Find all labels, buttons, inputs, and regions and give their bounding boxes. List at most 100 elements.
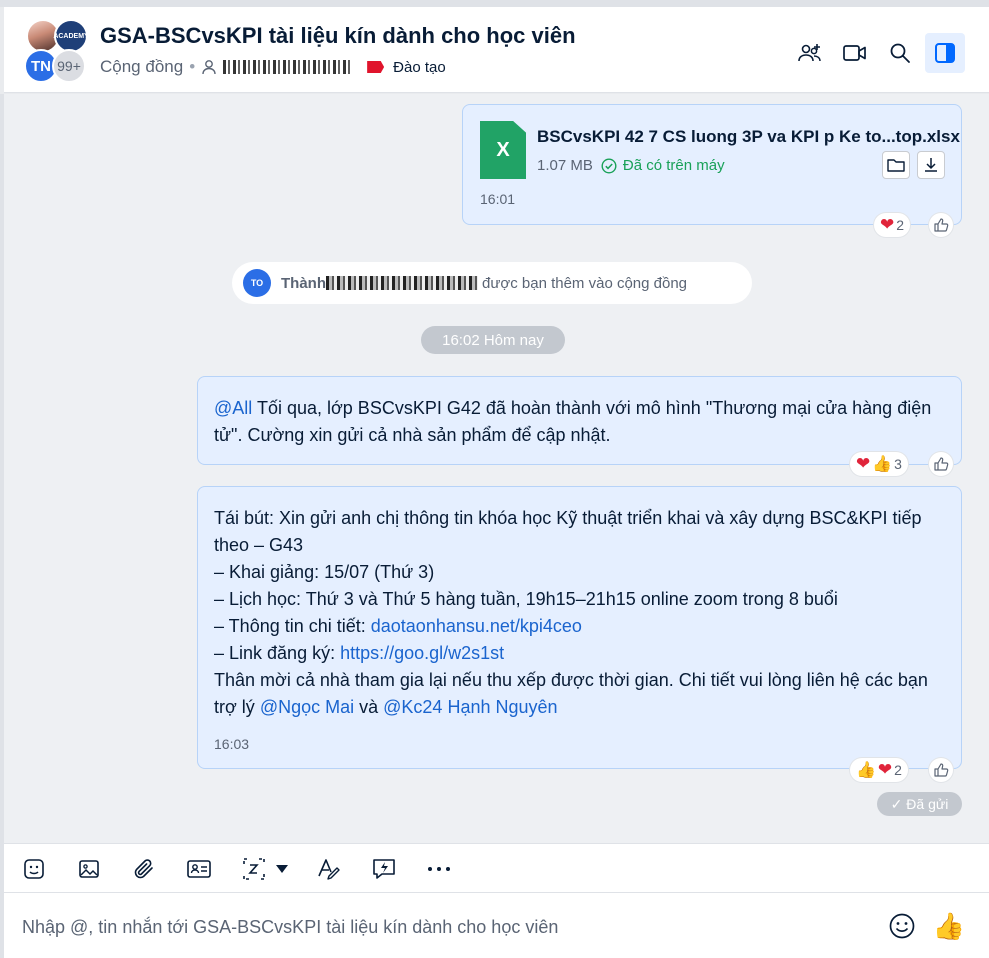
message-input[interactable]: Nhập @, tin nhắn tới GSA-BSCvsKPI tài li…	[22, 917, 558, 938]
course-info-link[interactable]: daotaonhansu.net/kpi4ceo	[371, 616, 582, 636]
emoji-button[interactable]	[888, 912, 918, 942]
separator-dot: •	[189, 57, 196, 76]
message-body: @All Tối qua, lớp BSCvsKPI G42 đã hoàn t…	[214, 395, 947, 449]
search-button[interactable]	[880, 33, 920, 73]
add-member-button[interactable]	[790, 33, 830, 73]
label-tag[interactable]: Đào tạo	[367, 59, 446, 76]
check-circle-icon	[601, 157, 617, 174]
toggle-info-panel-button[interactable]	[925, 33, 965, 73]
thumbs-up-icon: 👍	[932, 910, 966, 941]
reaction-summary[interactable]: ❤ 2	[874, 213, 911, 237]
quick-message-button[interactable]	[370, 855, 398, 883]
system-text: được bạn thêm vào cộng đồng	[482, 274, 688, 292]
sticker-button[interactable]	[20, 855, 48, 883]
thumbs-up-outline-icon	[934, 218, 949, 232]
tag-icon	[367, 61, 385, 73]
caret-down-icon	[276, 865, 288, 873]
member-name-redacted	[326, 276, 478, 290]
download-button[interactable]	[917, 151, 945, 179]
emoji-icon	[889, 913, 915, 939]
conversation-subtitle: Cộng đồng • Đào tạo	[100, 57, 446, 77]
reaction-count: 3	[894, 456, 902, 472]
thumbs-up-outline-icon	[934, 457, 949, 471]
header-actions	[785, 33, 965, 73]
message-time: 16:03	[214, 736, 250, 752]
mention-hanh-nguyen[interactable]: @Kc24 Hạnh Nguyên	[383, 697, 557, 717]
message-line: – Link đăng ký: https://goo.gl/w2s1st	[214, 640, 947, 667]
conversation-title[interactable]: GSA-BSCvsKPI tài liệu kín dành cho học v…	[100, 23, 576, 49]
message-line: Tái bút: Xin gửi anh chị thông tin khóa …	[214, 508, 922, 555]
paperclip-icon	[134, 859, 153, 879]
line-prefix: – Thông tin chi tiết:	[214, 616, 371, 636]
screenshot-icon	[243, 858, 265, 880]
registration-link[interactable]: https://goo.gl/w2s1st	[340, 643, 504, 663]
message-composer[interactable]: Nhập @, tin nhắn tới GSA-BSCvsKPI tài li…	[4, 893, 989, 958]
conjunction: và	[354, 697, 384, 717]
file-status: Đã có trên máy	[601, 157, 725, 174]
system-member-name[interactable]: Thành	[281, 275, 326, 292]
image-icon	[79, 860, 99, 878]
time-divider: 16:02 Hôm nay	[421, 326, 565, 354]
line-prefix: – Link đăng ký:	[214, 643, 341, 663]
file-meta: 1.07 MB Đã có trên máy	[537, 157, 725, 174]
member-icon[interactable]	[201, 59, 217, 75]
reaction-summary[interactable]: ❤ 👍 3	[850, 452, 908, 476]
message-list[interactable]: X BSCvsKPI 42 7 CS luong 3P va KPI p Ke …	[4, 94, 989, 843]
sticker-icon	[24, 859, 44, 879]
video-camera-icon	[843, 45, 866, 61]
heart-reaction-icon: ❤	[877, 760, 893, 779]
file-size: 1.07 MB	[537, 157, 593, 174]
add-member-icon	[798, 44, 821, 62]
composer-toolbar	[4, 843, 989, 893]
excel-file-icon: X	[480, 121, 526, 179]
file-status-label: Đã có trên máy	[622, 157, 725, 174]
message-line: – Thông tin chi tiết: daotaonhansu.net/k…	[214, 613, 947, 640]
mention-ngoc-mai[interactable]: @Ngọc Mai	[260, 697, 354, 717]
sidebar-panel-icon	[935, 43, 955, 63]
thumbs-up-reaction-icon: 👍	[872, 456, 893, 473]
message-time: 16:01	[480, 191, 516, 207]
download-icon	[925, 158, 937, 172]
screenshot-button[interactable]	[240, 855, 268, 883]
mention-all[interactable]: @All	[214, 398, 252, 418]
text-format-button[interactable]	[315, 855, 343, 883]
tag-label: Đào tạo	[393, 58, 446, 76]
contact-card-icon	[187, 860, 211, 878]
message-text: Tối qua, lớp BSCvsKPI G42 đã hoàn thành …	[214, 398, 932, 445]
file-message[interactable]: X BSCvsKPI 42 7 CS luong 3P va KPI p Ke …	[462, 104, 962, 225]
member-count-badge: 99+	[52, 49, 86, 83]
member-count-redacted	[223, 60, 354, 74]
attach-file-button[interactable]	[130, 855, 158, 883]
text-message[interactable]: @All Tối qua, lớp BSCvsKPI G42 đã hoàn t…	[197, 376, 962, 465]
message-line: – Khai giảng: 15/07 (Thứ 3)	[214, 562, 435, 582]
quick-like-button[interactable]: 👍	[933, 910, 965, 942]
search-icon	[890, 43, 910, 63]
quick-message-icon	[373, 859, 395, 879]
open-folder-button[interactable]	[882, 151, 910, 179]
system-notice: TO Thành được bạn thêm vào cộng đồng	[232, 262, 752, 304]
more-dots-icon	[428, 867, 450, 871]
thumbs-up-outline-icon	[934, 763, 949, 777]
contact-card-button[interactable]	[185, 855, 213, 883]
window-top-strip	[0, 0, 989, 7]
react-like-button[interactable]	[929, 452, 953, 476]
text-format-icon	[318, 859, 340, 880]
react-like-button[interactable]	[929, 213, 953, 237]
thumbs-up-reaction-icon: 👍	[856, 762, 876, 779]
reaction-summary[interactable]: 👍 ❤ 2	[850, 758, 908, 782]
screenshot-options-dropdown[interactable]	[272, 855, 292, 883]
group-avatar[interactable]: ACADEMY TN 99+	[24, 17, 89, 83]
sent-status: ✓ Đã gửi	[877, 792, 962, 816]
reaction-count: 2	[896, 217, 905, 233]
message-line: – Lịch học: Thứ 3 và Thứ 5 hàng tuần, 19…	[214, 589, 838, 609]
file-name[interactable]: BSCvsKPI 42 7 CS luong 3P va KPI p Ke to…	[537, 127, 960, 147]
heart-reaction-icon: ❤	[880, 215, 895, 234]
text-message[interactable]: Tái bút: Xin gửi anh chị thông tin khóa …	[197, 486, 962, 769]
more-options-button[interactable]	[425, 855, 453, 883]
conversation-header: ACADEMY TN 99+ GSA-BSCvsKPI tài liệu kín…	[4, 7, 989, 93]
system-avatar[interactable]: TO	[243, 269, 271, 297]
video-call-button[interactable]	[835, 33, 875, 73]
message-body: Tái bút: Xin gửi anh chị thông tin khóa …	[214, 505, 947, 721]
react-like-button[interactable]	[929, 758, 953, 782]
image-button[interactable]	[75, 855, 103, 883]
